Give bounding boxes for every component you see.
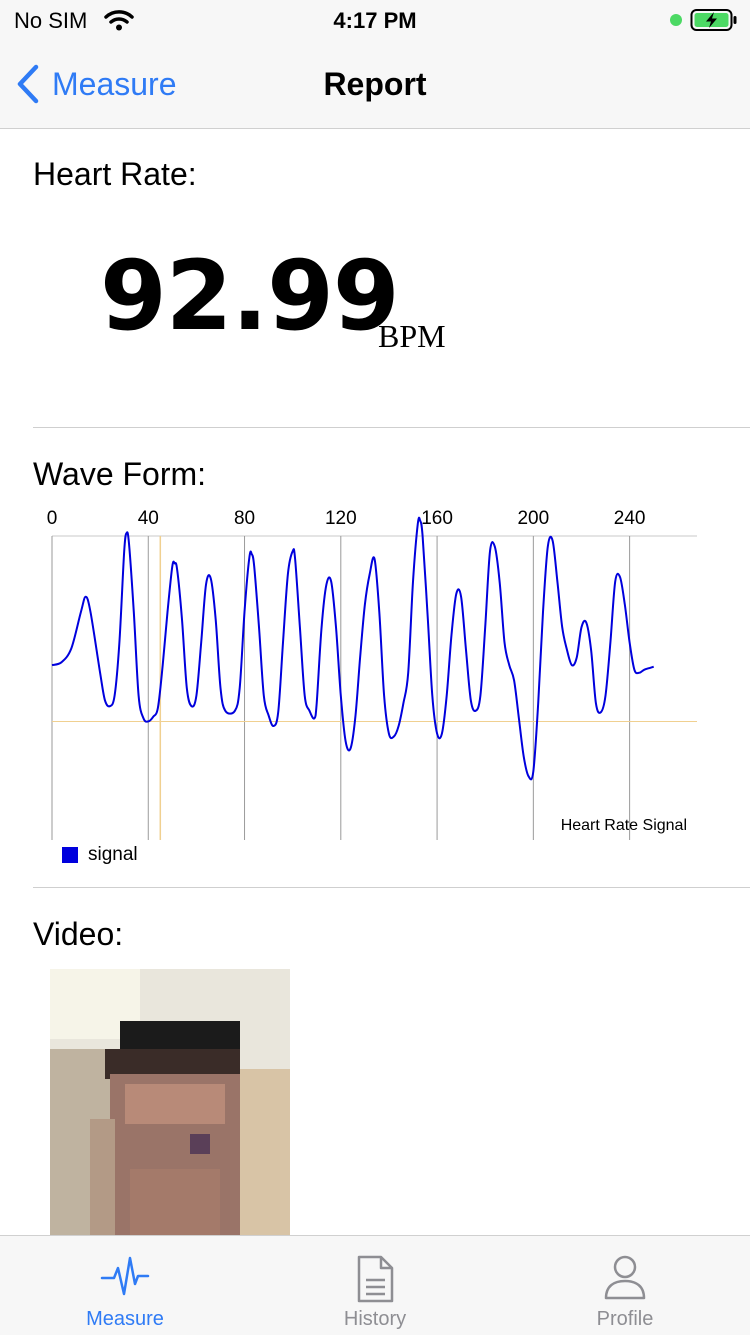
chart-x-tick-label-160: 160 xyxy=(421,508,453,529)
heartbeat-icon xyxy=(100,1256,150,1296)
legend-label-signal: signal xyxy=(88,844,138,865)
chart-title: Heart Rate Signal xyxy=(561,817,687,834)
heart-rate-value: 92.99 xyxy=(100,240,400,352)
status-bar: No SIM 4:17 PM xyxy=(0,0,750,40)
chart-x-tick-label-120: 120 xyxy=(325,508,357,529)
wave-form-label: Wave Form: xyxy=(33,456,207,492)
document-icon xyxy=(357,1255,394,1303)
tab-history-label: History xyxy=(343,1308,407,1330)
navigation-bar: Measure Report xyxy=(0,40,750,129)
tab-profile[interactable]: Profile xyxy=(500,1236,750,1335)
privacy-dot-icon xyxy=(670,14,682,26)
clock-label: 4:17 PM xyxy=(333,8,417,33)
tab-bar: Measure History Profile xyxy=(0,1235,750,1335)
wave-form-chart: 0 40 80 120 160 200 240 Heart Rate Signal xyxy=(47,508,697,840)
chart-series-line-signal xyxy=(51,516,655,781)
legend-swatch-signal xyxy=(62,847,78,863)
battery-charging-icon xyxy=(690,8,738,37)
chart-x-tick-label-0: 0 xyxy=(47,508,58,529)
video-thumbnail[interactable] xyxy=(50,969,290,1236)
chart-x-tick-label-240: 240 xyxy=(614,508,646,529)
page-title: Report xyxy=(323,66,427,102)
divider xyxy=(33,427,750,428)
chart-legend: signal xyxy=(62,844,138,866)
chart-x-tick-label-200: 200 xyxy=(517,508,549,529)
video-label: Video: xyxy=(33,916,124,952)
tab-history[interactable]: History xyxy=(250,1236,500,1335)
tab-measure-label: Measure xyxy=(86,1308,164,1330)
tab-profile-label: Profile xyxy=(596,1308,654,1330)
chart-x-tick-label-40: 40 xyxy=(138,508,159,529)
chart-x-tick-label-80: 80 xyxy=(234,508,255,529)
tab-measure[interactable]: Measure xyxy=(0,1236,250,1335)
person-icon xyxy=(604,1255,646,1300)
face-thumbnail-image xyxy=(50,969,290,1236)
heart-rate-label: Heart Rate: xyxy=(33,156,197,192)
heart-rate-unit: BPM xyxy=(378,318,446,354)
divider xyxy=(33,887,750,888)
